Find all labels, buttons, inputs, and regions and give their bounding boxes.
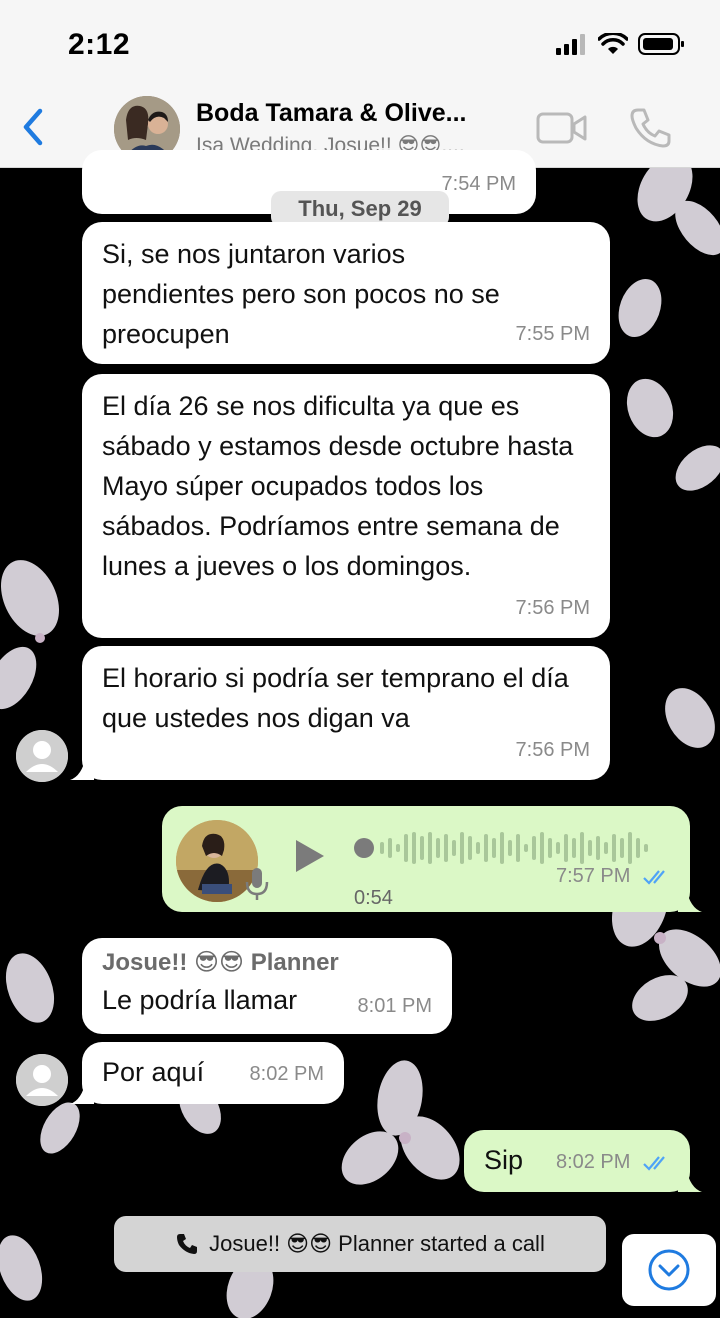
message-time: 7:56 PM (515, 739, 590, 761)
message-bubble[interactable]: Sip 8:02 PM (464, 1130, 702, 1192)
back-chevron-icon (23, 108, 43, 146)
back-button[interactable] (12, 102, 52, 152)
message-bubble[interactable]: Josue!! 😎😎 Planner Le podría llamar 8:01… (82, 938, 452, 1034)
video-call-button[interactable] (536, 108, 588, 148)
read-ticks-icon (643, 1156, 665, 1171)
chat-title[interactable]: Boda Tamara & Olive... (196, 99, 466, 128)
status-bar: 2:12 (0, 0, 720, 88)
bubble-tail (70, 1080, 94, 1104)
message-time: 7:57 PM (556, 856, 672, 896)
message-bubble[interactable]: El horario si podría ser temprano el día… (70, 646, 610, 780)
chevron-down-circle-icon (648, 1249, 690, 1291)
mic-icon (245, 868, 269, 900)
phone-handset-icon (177, 1234, 198, 1254)
play-icon[interactable] (292, 836, 328, 876)
message-time: 7:56 PM (515, 597, 590, 619)
message-time: 7:55 PM (515, 323, 590, 345)
battery-icon (638, 33, 684, 55)
bubble-tail (678, 1168, 702, 1192)
voice-message-bubble[interactable]: 0:54 7:57 PM (162, 806, 702, 912)
sender-name[interactable]: Josue!! 😎😎 Planner (102, 946, 434, 980)
message-bubble[interactable]: Si, se nos juntaron varios pendientes pe… (82, 222, 610, 364)
signal-icon (556, 34, 585, 55)
message-time: 8:02 PM (556, 1142, 672, 1182)
voice-call-button[interactable] (628, 106, 672, 150)
status-icons (556, 32, 686, 56)
message-time-text: 8:02 PM (555, 1151, 631, 1173)
message-bubble[interactable]: Por aquí 8:02 PM (70, 1042, 344, 1104)
message-time: 8:01 PM (357, 995, 432, 1017)
wifi-icon (598, 33, 628, 54)
voice-duration: 0:54 (354, 887, 393, 909)
read-ticks-icon (643, 870, 665, 885)
message-time: 8:02 PM (249, 1063, 324, 1085)
bubble-tail (70, 756, 94, 780)
call-notice[interactable]: Josue!! 😎😎 Planner started a call (114, 1216, 606, 1272)
default-avatar-icon (16, 1054, 68, 1106)
message-text: El horario si podría ser temprano el día… (102, 663, 569, 733)
sender-avatar[interactable] (16, 730, 68, 782)
message-bubble[interactable]: El día 26 se nos dificulta ya que es sáb… (82, 374, 610, 638)
message-text: El día 26 se nos dificulta ya que es sáb… (102, 391, 574, 581)
message-time-text: 7:57 PM (555, 865, 631, 887)
bubble-tail (678, 888, 702, 912)
sender-avatar[interactable] (16, 1054, 68, 1106)
scroll-to-bottom-button[interactable] (622, 1234, 716, 1306)
message-time: 7:54 PM (441, 173, 516, 195)
phone-icon (630, 108, 671, 148)
video-call-icon (536, 112, 587, 144)
default-avatar-icon (16, 730, 68, 782)
call-notice-text: Josue!! 😎😎 Planner started a call (209, 1231, 545, 1256)
status-time: 2:12 (68, 28, 131, 61)
